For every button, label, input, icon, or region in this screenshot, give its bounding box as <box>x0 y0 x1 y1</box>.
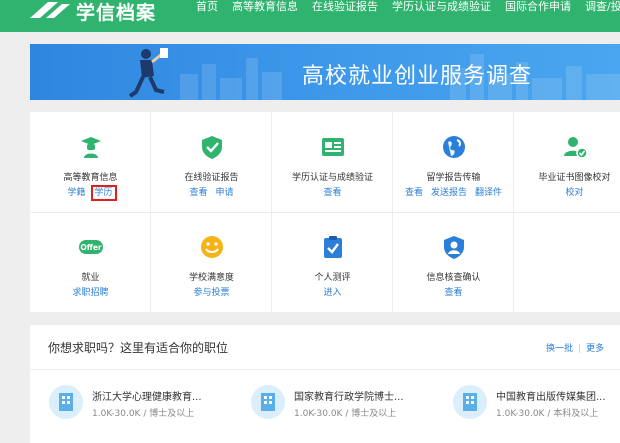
service-name: 高等教育信息 <box>63 173 118 183</box>
jobs-actions: 换一批 | 更多 <box>546 344 605 354</box>
view-verification-link[interactable]: 查看 <box>444 288 462 298</box>
divider <box>30 369 620 370</box>
job-meta: 1.0K-30.0K / 博士及以上 <box>92 409 195 419</box>
service-name: 就业 <box>81 273 100 283</box>
service-school-satisfaction: 学校满意度 参与投票 <box>151 212 272 312</box>
nav-degree-certification[interactable]: 学历认证与成绩验证 <box>392 0 491 16</box>
refresh-jobs-link[interactable]: 换一批 <box>546 344 573 354</box>
job-card[interactable]: 中国教育出版传媒集团... 1.0K-30.0K / 本科及以上 <box>452 382 620 426</box>
service-name: 留学报告传输 <box>426 173 481 183</box>
vote-link[interactable]: 参与投票 <box>193 288 229 298</box>
service-online-verification-report: 在线验证报告 查看 申请 <box>151 112 272 212</box>
student-status-link[interactable]: 学籍 <box>67 188 85 198</box>
job-title[interactable]: 浙江大学心理健康教育... <box>92 388 202 403</box>
enter-assessment-link[interactable]: 进入 <box>323 288 341 298</box>
service-name: 在线验证报告 <box>184 173 239 183</box>
view-report-link[interactable]: 查看 <box>189 188 207 198</box>
nav-international-cooperation[interactable]: 国际合作申请 <box>505 0 571 16</box>
job-meta: 1.0K-30.0K / 本科及以上 <box>496 409 599 419</box>
logo-icon[interactable] <box>28 0 72 20</box>
service-info-verification: 信息核查确认 查看 <box>393 212 514 312</box>
service-name: 信息核查确认 <box>426 273 481 283</box>
services-panel: 高等教育信息 学籍 学历 在线验证报告 查看 申请 学历认证与成绩验证 查看 留… <box>30 112 620 312</box>
banner-title: 高校就业创业服务调查 <box>302 64 533 89</box>
nav-online-verification-report[interactable]: 在线验证报告 <box>312 0 378 16</box>
job-recommendations-panel: 你想求职吗？这里有适合你的职位 换一批 | 更多 浙江大学心理健康教育... 1.0… <box>30 325 620 443</box>
view-certification-link[interactable]: 查看 <box>323 188 341 198</box>
nav-home[interactable]: 首页 <box>196 0 218 16</box>
apply-report-link[interactable]: 申请 <box>216 188 234 198</box>
runner-illustration-icon <box>128 48 168 98</box>
offer-badge-text: Offer <box>80 243 102 252</box>
job-card[interactable]: 国家教育行政学院博士... 1.0K-30.0K / 博士及以上 <box>250 382 440 426</box>
logo-text[interactable]: 学信档案 <box>76 0 156 25</box>
proofread-link[interactable]: 校对 <box>565 188 583 198</box>
nav-survey-vote[interactable]: 调查/投票 <box>585 0 620 16</box>
survey-banner[interactable]: 高校就业创业服务调查 <box>30 44 620 100</box>
service-name: 学校满意度 <box>188 273 234 283</box>
service-name: 学历认证与成绩验证 <box>291 173 373 183</box>
job-search-link[interactable]: 求职招聘 <box>72 288 108 298</box>
view-abroad-report-link[interactable]: 查看 <box>405 188 423 198</box>
clipboard-check-icon <box>323 236 342 258</box>
more-jobs-link[interactable]: 更多 <box>586 344 604 354</box>
main-nav: 首页 高等教育信息 在线验证报告 学历认证与成绩验证 国际合作申请 调查/投票 <box>196 0 620 16</box>
person-shield-icon <box>443 236 464 259</box>
service-employment: Offer 就业 求职招聘 <box>30 212 151 312</box>
globe-icon <box>442 136 465 158</box>
nav-higher-education-info[interactable]: 高等教育信息 <box>232 0 298 16</box>
top-navigation-bar: 学信档案 首页 高等教育信息 在线验证报告 学历认证与成绩验证 国际合作申请 调… <box>0 0 620 32</box>
degree-link[interactable]: 学历 <box>90 185 117 201</box>
id-card-icon <box>321 138 344 156</box>
service-name: 个人测评 <box>314 273 351 283</box>
job-title[interactable]: 中国教育出版传媒集团... <box>496 388 606 403</box>
service-certificate-image-check: 毕业证书图像校对 校对 <box>514 112 620 212</box>
company-building-icon <box>49 385 83 419</box>
company-building-icon <box>453 385 487 419</box>
smiley-icon <box>200 236 223 258</box>
service-higher-education-info: 高等教育信息 学籍 学历 <box>30 112 151 212</box>
company-building-icon <box>251 385 285 419</box>
offer-badge-icon: Offer <box>78 240 103 254</box>
graduate-cap-icon <box>80 137 101 158</box>
job-card[interactable]: 浙江大学心理健康教育... 1.0K-30.0K / 博士及以上 <box>48 382 238 426</box>
section-title: 你想求职吗？这里有适合你的职位 <box>48 341 229 355</box>
translation-link[interactable]: 翻译件 <box>475 188 502 198</box>
send-report-link[interactable]: 发送报告 <box>431 188 467 198</box>
service-degree-certification: 学历认证与成绩验证 查看 <box>272 112 393 212</box>
service-name: 毕业证书图像校对 <box>538 173 611 183</box>
service-personal-assessment: 个人测评 进入 <box>272 212 393 312</box>
user-check-icon <box>563 137 588 159</box>
shield-check-icon <box>201 136 222 159</box>
job-meta: 1.0K-30.0K / 博士及以上 <box>294 409 397 419</box>
job-title[interactable]: 国家教育行政学院博士... <box>294 388 404 403</box>
service-study-abroad-report: 留学报告传输 查看 发送报告 翻译件 <box>393 112 514 212</box>
